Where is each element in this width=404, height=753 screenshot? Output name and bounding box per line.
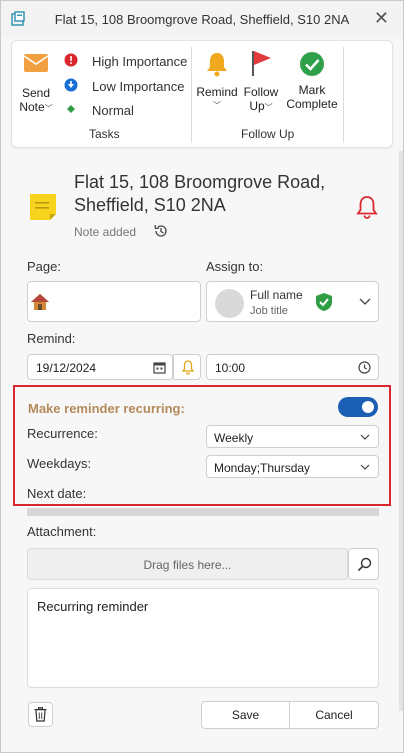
- weekdays-value: Monday;Thursday: [214, 461, 311, 475]
- bell-icon: [181, 360, 195, 375]
- mark-complete-button[interactable]: Mark Complete: [284, 51, 340, 111]
- clock-icon[interactable]: [358, 361, 371, 374]
- follow-up-label-2: Up: [249, 99, 265, 113]
- high-importance-icon: [64, 53, 78, 67]
- chevron-down-icon: [360, 464, 370, 470]
- attachment-label: Attachment:: [27, 524, 97, 539]
- chevron-down-icon: ﹀: [213, 101, 221, 110]
- page-field[interactable]: [27, 281, 201, 322]
- note-status: Note added: [74, 225, 137, 239]
- calendar-icon[interactable]: [153, 361, 166, 374]
- bell-icon: [207, 53, 227, 77]
- search-icon: [357, 557, 372, 572]
- recurring-toggle[interactable]: [338, 397, 378, 417]
- reminder-bell-icon[interactable]: [355, 195, 379, 219]
- chevron-down-icon[interactable]: [359, 297, 371, 307]
- next-date-field: [27, 508, 379, 516]
- chevron-down-icon: [360, 434, 370, 440]
- assignee-role: Job title: [250, 305, 288, 317]
- assign-to-field[interactable]: Full name Job title: [206, 281, 379, 322]
- low-importance-icon: [64, 78, 78, 92]
- notes-text: Recurring reminder: [37, 599, 149, 614]
- avatar: [215, 289, 244, 318]
- trash-icon: [34, 707, 47, 722]
- window-title: Flat 15, 108 Broomgrove Road, Sheffield,…: [54, 12, 350, 27]
- ribbon-separator: [343, 47, 344, 143]
- recurrence-select[interactable]: Weekly: [206, 425, 379, 448]
- close-icon[interactable]: ✕: [374, 8, 389, 29]
- low-importance-label: Low Importance: [92, 79, 185, 94]
- follow-up-button[interactable]: Follow Up﹀: [241, 49, 281, 115]
- browse-attachment-button[interactable]: [348, 548, 379, 580]
- chevron-down-icon: ﹀: [44, 104, 53, 113]
- recurrence-value: Weekly: [214, 431, 254, 445]
- page-label: Page:: [27, 259, 61, 274]
- tasks-group-label: Tasks: [89, 127, 120, 141]
- dropzone-placeholder: Drag files here...: [143, 558, 232, 572]
- check-circle-icon: [300, 52, 324, 76]
- remind-date: 19/12/2024: [36, 361, 97, 375]
- save-button[interactable]: Save: [201, 701, 290, 729]
- history-icon[interactable]: [153, 223, 169, 239]
- shield-check-icon: [316, 293, 332, 311]
- send-note-button[interactable]: Send Note﹀: [18, 53, 54, 116]
- send-note-label-1: Send: [21, 86, 51, 100]
- note-title-line-1: Flat 15, 108 Broomgrove Road,: [74, 172, 326, 192]
- assignee-name: Full name: [250, 288, 303, 302]
- remind-label: Remind:: [27, 331, 76, 346]
- high-importance-label: High Importance: [92, 54, 188, 69]
- weekdays-label: Weekdays:: [27, 456, 92, 471]
- cancel-button[interactable]: Cancel: [289, 701, 379, 729]
- normal-importance-label: Normal: [92, 103, 134, 118]
- remind-label: Remind: [196, 85, 238, 99]
- follow-up-group-label: Follow Up: [241, 127, 295, 141]
- note-title-line-2: Sheffield, S10 2NA: [74, 195, 226, 215]
- assign-to-label: Assign to:: [206, 259, 264, 274]
- delete-button[interactable]: [28, 702, 53, 727]
- attachment-dropzone[interactable]: Drag files here...: [27, 548, 348, 580]
- toggle-knob: [362, 401, 374, 413]
- ribbon: Send Note﹀ High Importance Low Importanc…: [11, 40, 393, 148]
- follow-up-label-1: Follow: [243, 85, 279, 99]
- note-title: Flat 15, 108 Broomgrove Road, Sheffield,…: [74, 171, 344, 217]
- remind-time-field[interactable]: 10:00: [206, 354, 379, 380]
- scrollbar[interactable]: [399, 151, 403, 711]
- remind-time: 10:00: [215, 361, 246, 375]
- send-note-label-2: Note: [19, 100, 45, 114]
- sticky-note-icon: [30, 194, 56, 220]
- next-date-label: Next date:: [27, 486, 87, 501]
- remind-date-field[interactable]: 19/12/2024: [27, 354, 173, 380]
- remind-button[interactable]: Remind ﹀: [196, 51, 238, 113]
- ribbon-separator: [191, 47, 192, 143]
- recurrence-label: Recurrence:: [27, 426, 98, 441]
- recurring-title: Make reminder recurring:: [28, 401, 185, 416]
- envelope-icon: [23, 54, 49, 72]
- note-window: Flat 15, 108 Broomgrove Road, Sheffield,…: [0, 0, 404, 753]
- notes-textarea[interactable]: Recurring reminder: [27, 588, 379, 688]
- house-icon: [31, 294, 49, 310]
- normal-importance-icon: [67, 105, 75, 113]
- title-bar: Flat 15, 108 Broomgrove Road, Sheffield,…: [1, 1, 403, 37]
- mark-complete-label-1: Mark: [298, 83, 326, 97]
- mark-complete-label-2: Complete: [286, 97, 338, 111]
- chevron-down-icon: ﹀: [264, 103, 273, 112]
- remind-bell-button[interactable]: [173, 354, 201, 380]
- flag-icon: [252, 51, 271, 76]
- weekdays-select[interactable]: Monday;Thursday: [206, 455, 379, 478]
